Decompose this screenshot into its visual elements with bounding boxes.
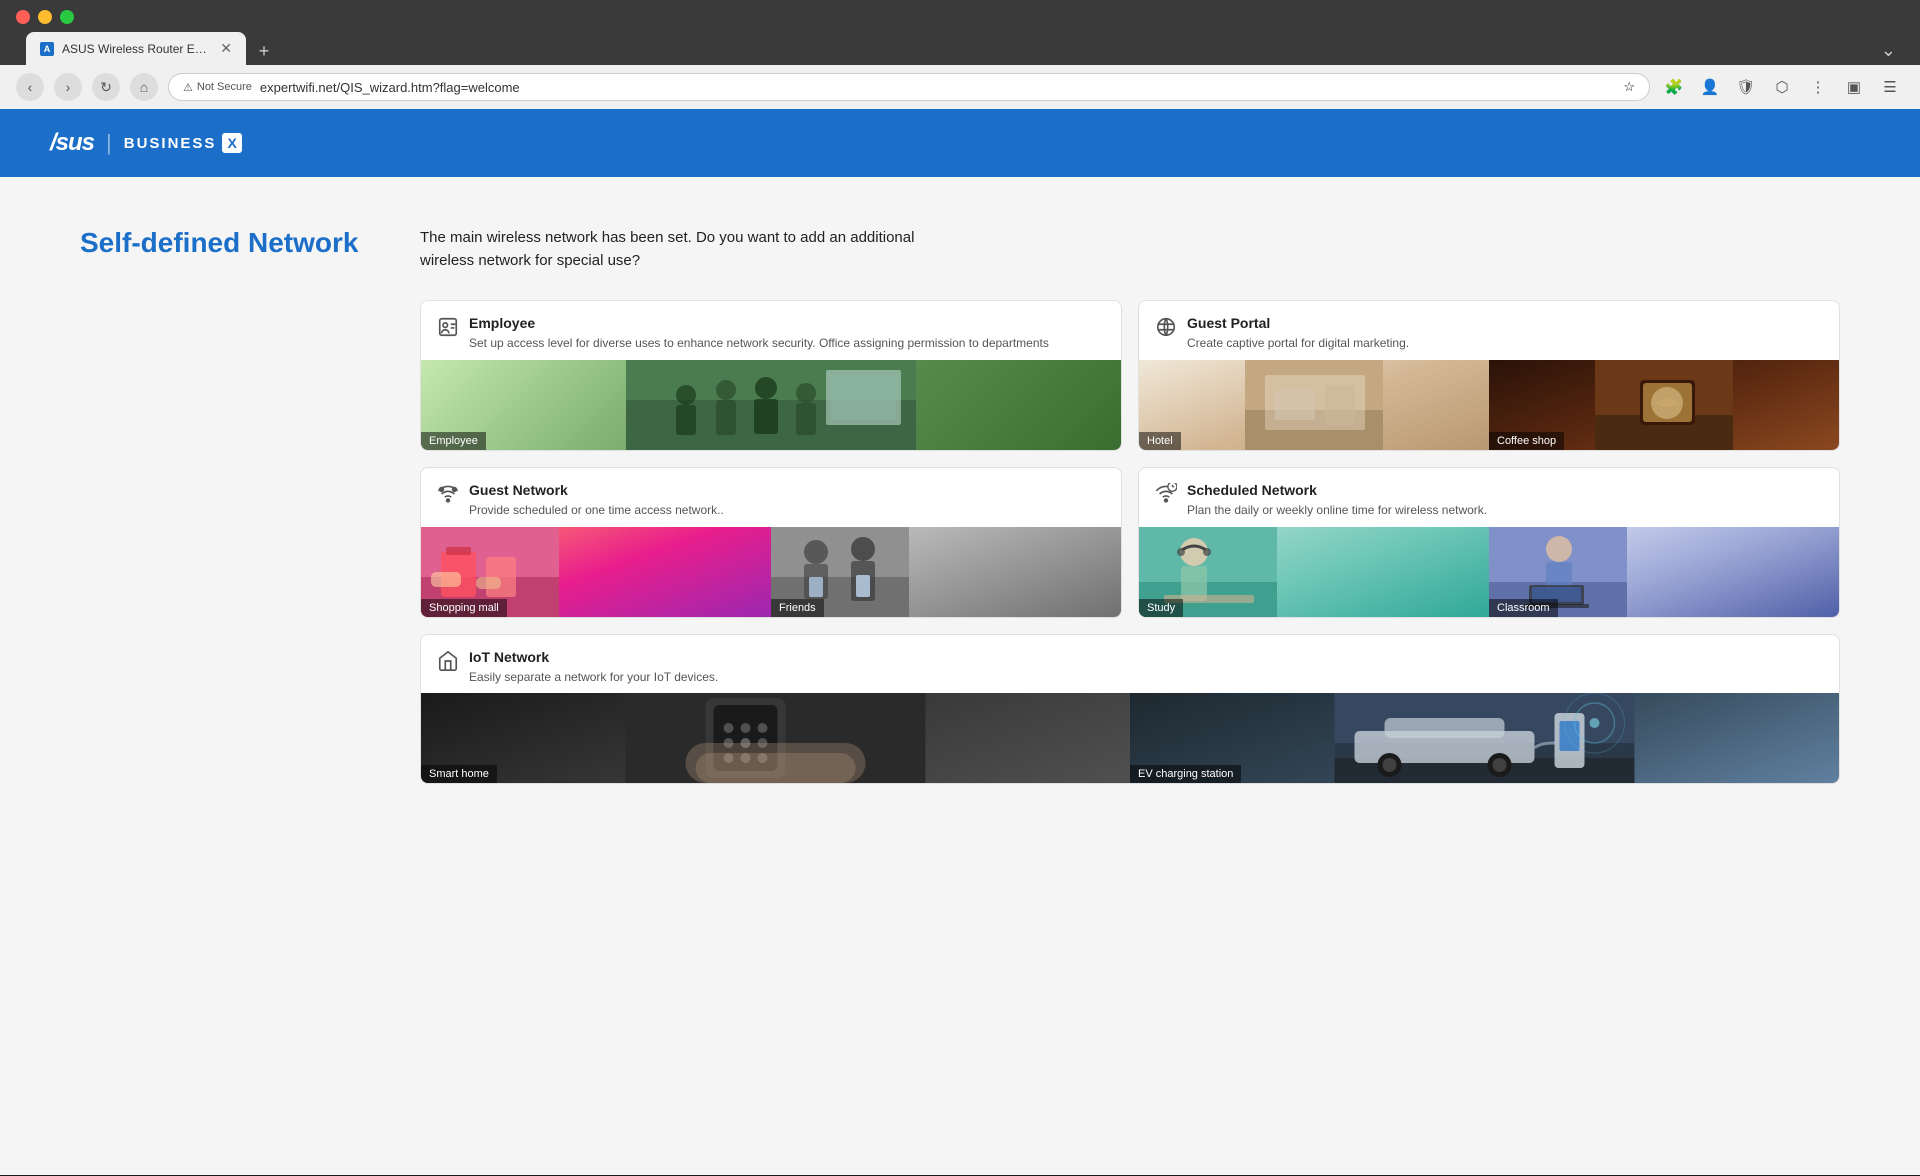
ev-label: EV charging station [1130,765,1241,783]
card-header: Employee Set up access level for diverse… [421,301,1121,360]
portal-images: Hotel [1139,360,1839,450]
card-header: Scheduled Network Plan the daily or week… [1139,468,1839,527]
guest-icon [437,483,459,511]
close-button[interactable] [16,10,30,24]
study-image: Study [1139,527,1489,617]
security-indicator: ⚠ Not Secure [183,81,252,94]
guest-network-card[interactable]: Guest Network Provide scheduled or one t… [420,467,1122,618]
menu-icon[interactable]: ☰ [1876,73,1904,101]
scheduled-network-card[interactable]: Scheduled Network Plan the daily or week… [1138,467,1840,618]
iot-icon [437,650,459,678]
asus-logo: /sus [50,129,94,157]
card-header: Guest Network Provide scheduled or one t… [421,468,1121,527]
warning-icon: ⚠ [183,81,193,94]
employee-title: Employee [469,315,1105,331]
friends-image: Friends [771,527,1121,617]
shopping-label: Shopping mall [421,599,507,617]
employee-images: Employee [421,360,1121,450]
iot-desc: Easily separate a network for your IoT d… [469,669,1823,686]
card-info: Employee Set up access level for diverse… [469,315,1105,352]
card-info: Scheduled Network Plan the daily or week… [1187,482,1823,519]
reload-button[interactable]: ↻ [92,73,120,101]
url-text: expertwifi.net/QIS_wizard.htm?flag=welco… [260,80,1615,95]
maximize-button[interactable] [60,10,74,24]
intro-line1: The main wireless network has been set. … [420,229,914,246]
sidebar-icon[interactable]: ▣ [1840,73,1868,101]
person-icon [437,316,459,344]
card-info: Guest Portal Create captive portal for d… [1187,315,1823,352]
employee-card[interactable]: Employee Set up access level for diverse… [420,300,1122,451]
main-content: Self-defined Network The main wireless n… [0,177,1920,834]
classroom-label: Classroom [1489,599,1558,617]
tab-close-button[interactable]: ✕ [220,40,232,57]
scheduled-images: Study [1139,527,1839,617]
ev-image: EV charging station [1130,693,1839,783]
card-info: Guest Network Provide scheduled or one t… [469,482,1105,519]
address-bar[interactable]: ⚠ Not Secure expertwifi.net/QIS_wizard.h… [168,73,1650,101]
tab-title: ASUS Wireless Router Exper... [62,42,212,56]
intro-line2: wireless network for special use? [420,252,640,269]
card-info: IoT Network Easily separate a network fo… [469,649,1823,686]
content-area: The main wireless network has been set. … [420,227,1840,784]
logo: /sus | BUSINESS X [50,129,242,157]
home-button[interactable]: ⌂ [130,73,158,101]
browser-chrome: A ASUS Wireless Router Exper... ✕ + ⌄ ‹ … [0,0,1920,109]
iot-network-card[interactable]: IoT Network Easily separate a network fo… [420,634,1840,785]
hotel-label: Hotel [1139,432,1181,450]
intro-text: The main wireless network has been set. … [420,227,1840,272]
active-tab[interactable]: A ASUS Wireless Router Exper... ✕ [26,32,246,65]
iot-images: Smart home [421,693,1839,783]
back-button[interactable]: ‹ [16,73,44,101]
forward-button[interactable]: › [54,73,82,101]
portal-desc: Create captive portal for digital market… [1187,335,1823,352]
study-label: Study [1139,599,1183,617]
guest-network-desc: Provide scheduled or one time access net… [469,502,1105,519]
smarthome-label: Smart home [421,765,497,783]
hotel-image: Hotel [1139,360,1489,450]
not-secure-label: Not Secure [197,81,252,93]
portal-title: Guest Portal [1187,315,1823,331]
puzzle-icon[interactable]: ⬡ [1768,73,1796,101]
friends-label: Friends [771,599,824,617]
settings-icon[interactable]: ⋮ [1804,73,1832,101]
shield-icon[interactable]: 🛡 [1732,73,1760,101]
employee-label: Employee [421,432,486,450]
guest-network-title: Guest Network [469,482,1105,498]
card-header: Guest Portal Create captive portal for d… [1139,301,1839,360]
employee-image: Employee [421,360,1121,450]
browser-actions: 🧩 👤 🛡 ⬡ ⋮ ▣ ☰ [1660,73,1904,101]
scheduled-desc: Plan the daily or weekly online time for… [1187,502,1823,519]
card-header: IoT Network Easily separate a network fo… [421,635,1839,694]
cards-grid: Employee Set up access level for diverse… [420,300,1840,784]
x-badge: X [222,133,241,153]
guest-images: Shopping mall [421,527,1121,617]
portal-icon [1155,316,1177,344]
iot-title: IoT Network [469,649,1823,665]
star-icon[interactable]: ☆ [1623,79,1635,95]
logo-divider: | [106,130,112,156]
tab-list-button[interactable]: ⌄ [1873,36,1904,65]
extensions-button[interactable]: 🧩 [1660,73,1688,101]
new-tab-button[interactable]: + [250,37,278,65]
minimize-button[interactable] [38,10,52,24]
address-bar-row: ‹ › ↻ ⌂ ⚠ Not Secure expertwifi.net/QIS_… [0,65,1920,109]
shopping-image: Shopping mall [421,527,771,617]
tab-favicon: A [40,42,54,56]
coffee-image: Coffee shop [1489,360,1839,450]
smarthome-image: Smart home [421,693,1130,783]
page-wrapper: /sus | BUSINESS X Self-defined Network T… [0,109,1920,1175]
coffee-label: Coffee shop [1489,432,1564,450]
page-title: Self-defined Network [80,227,360,784]
classroom-image: Classroom [1489,527,1839,617]
site-header: /sus | BUSINESS X [0,109,1920,177]
business-label: BUSINESS [124,135,217,152]
profile-button[interactable]: 👤 [1696,73,1724,101]
scheduled-icon [1155,483,1177,511]
employee-desc: Set up access level for diverse uses to … [469,335,1105,352]
guest-portal-card[interactable]: Guest Portal Create captive portal for d… [1138,300,1840,451]
scheduled-title: Scheduled Network [1187,482,1823,498]
